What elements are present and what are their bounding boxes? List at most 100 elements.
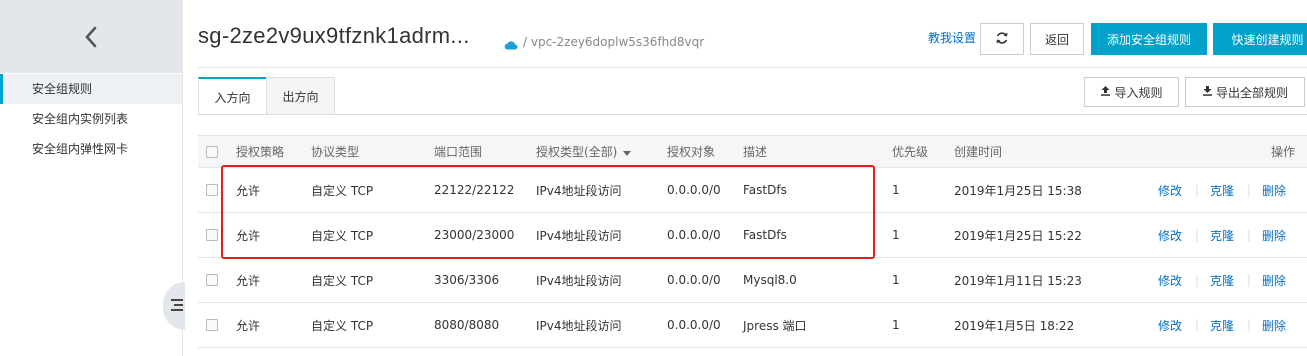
cell-policy: 允许	[236, 273, 261, 288]
cell-auth-object: 0.0.0.0/0	[667, 183, 721, 197]
table-body: 允许 自定义 TCP 22122/22122 IPv4地址段访问 0.0.0.0/0 Fa…	[198, 168, 1307, 348]
row-checkbox[interactable]	[206, 229, 218, 241]
cell-description: Mysql8.0	[743, 273, 797, 287]
op-separator: |	[1195, 183, 1200, 197]
cell-protocol: 自定义 TCP	[311, 273, 374, 288]
menu-collapse-icon	[171, 297, 183, 316]
add-rule-button[interactable]: 添加安全组规则	[1091, 23, 1207, 55]
cell-auth-object: 0.0.0.0/0	[667, 318, 721, 332]
row-select-cell	[206, 303, 218, 347]
edit-link[interactable]: 修改	[1158, 213, 1182, 257]
delete-link[interactable]: 删除	[1262, 258, 1286, 302]
main-content: sg-2ze2v9ux9tfznk1adrm... / vpc-2zey6dop…	[183, 0, 1307, 356]
cell-auth-type: IPv4地址段访问	[536, 183, 622, 198]
tab-outbound[interactable]: 出方向	[266, 77, 335, 115]
export-rules-button[interactable]: 导出全部规则	[1185, 77, 1305, 107]
edit-link-label: 修改	[1158, 183, 1183, 198]
col-auth-type-label: 授权类型(全部)	[536, 145, 618, 159]
cell-priority: 1	[892, 228, 900, 242]
row-checkbox[interactable]	[206, 274, 218, 286]
refresh-button[interactable]	[980, 23, 1024, 55]
cell-description: FastDfs	[743, 183, 787, 197]
edit-link[interactable]: 修改	[1158, 303, 1182, 347]
download-icon	[1202, 85, 1213, 99]
cell-description: Jpress 端口	[743, 318, 807, 333]
sidebar-menu: 安全组规则 安全组内实例列表 安全组内弹性网卡	[0, 73, 182, 164]
sidebar-item-eni[interactable]: 安全组内弹性网卡	[0, 134, 182, 164]
delete-link-label: 删除	[1262, 183, 1287, 198]
cell-policy: 允许	[236, 228, 261, 243]
import-rules-button[interactable]: 导入规则	[1084, 77, 1179, 107]
edit-link[interactable]: 修改	[1158, 168, 1182, 212]
clone-link-label: 克隆	[1210, 318, 1235, 333]
cell-created: 2019年1月25日 15:38	[954, 183, 1082, 198]
col-actions: 操作	[1271, 145, 1296, 159]
op-separator: |	[1247, 228, 1252, 242]
col-auth-type-filter[interactable]: 授权类型(全部)	[536, 136, 632, 167]
row-checkbox[interactable]	[206, 319, 218, 331]
header-select-cell	[206, 136, 218, 167]
sidebar-item-rules[interactable]: 安全组规则	[0, 74, 182, 104]
delete-link[interactable]: 删除	[1262, 303, 1286, 347]
op-separator: |	[1247, 273, 1252, 287]
back-arrow-icon[interactable]	[76, 22, 106, 52]
col-auth-object: 授权对象	[667, 145, 716, 159]
back-button[interactable]: 返回	[1030, 23, 1084, 55]
cell-port: 8080/8080	[434, 318, 500, 332]
edit-link[interactable]: 修改	[1158, 258, 1182, 302]
cell-auth-type: IPv4地址段访问	[536, 228, 622, 243]
table-row: 允许 自定义 TCP 8080/8080 IPv4地址段访问 0.0.0.0/0 Jpre…	[198, 303, 1307, 348]
col-port: 端口范围	[434, 145, 483, 159]
cell-port: 23000/23000	[434, 228, 515, 242]
row-select-cell	[206, 258, 218, 302]
op-separator: |	[1247, 183, 1252, 197]
refresh-icon	[995, 31, 1009, 48]
cell-protocol: 自定义 TCP	[311, 228, 374, 243]
quick-create-button[interactable]: 快速创建规则	[1213, 23, 1307, 55]
row-select-cell	[206, 213, 218, 257]
tabs-baseline	[198, 114, 1307, 115]
upload-icon	[1100, 85, 1111, 99]
cell-port: 22122/22122	[434, 183, 515, 197]
delete-link-label: 删除	[1262, 318, 1287, 333]
export-rules-label: 导出全部规则	[1215, 85, 1288, 100]
op-separator: |	[1195, 318, 1200, 332]
clone-link-label: 克隆	[1210, 273, 1235, 288]
table-row: 允许 自定义 TCP 22122/22122 IPv4地址段访问 0.0.0.0/0 Fa…	[198, 168, 1307, 213]
cell-priority: 1	[892, 183, 900, 197]
clone-link[interactable]: 克隆	[1210, 303, 1234, 347]
cell-auth-object: 0.0.0.0/0	[667, 228, 721, 242]
col-description: 描述	[743, 145, 768, 159]
table-row: 允许 自定义 TCP 23000/23000 IPv4地址段访问 0.0.0.0/0 Fa…	[198, 213, 1307, 258]
delete-link[interactable]: 删除	[1262, 213, 1286, 257]
header-divider	[198, 67, 1307, 68]
title-bar: sg-2ze2v9ux9tfznk1adrm... / vpc-2zey6dop…	[198, 18, 1307, 58]
clone-link[interactable]: 克隆	[1210, 213, 1234, 257]
delete-link-label: 删除	[1262, 273, 1287, 288]
help-setup-link[interactable]: 教我设置	[928, 29, 976, 46]
cell-priority: 1	[892, 273, 900, 287]
cell-created: 2019年1月5日 18:22	[954, 318, 1075, 333]
sidebar-item-instances[interactable]: 安全组内实例列表	[0, 104, 182, 134]
op-separator: |	[1195, 228, 1200, 242]
cell-policy: 允许	[236, 318, 261, 333]
cell-protocol: 自定义 TCP	[311, 183, 374, 198]
clone-link-label: 克隆	[1210, 228, 1235, 243]
edit-link-label: 修改	[1158, 228, 1183, 243]
page-title: sg-2ze2v9ux9tfznk1adrm...	[198, 23, 470, 48]
col-protocol: 协议类型	[311, 145, 360, 159]
cell-policy: 允许	[236, 183, 261, 198]
edit-link-label: 修改	[1158, 273, 1183, 288]
row-select-cell	[206, 168, 218, 212]
row-checkbox[interactable]	[206, 184, 218, 196]
op-separator: |	[1195, 273, 1200, 287]
cell-auth-object: 0.0.0.0/0	[667, 273, 721, 287]
cell-protocol: 自定义 TCP	[311, 318, 374, 333]
col-policy: 授权策略	[236, 145, 285, 159]
select-all-checkbox[interactable]	[206, 145, 218, 158]
delete-link[interactable]: 删除	[1262, 168, 1286, 212]
tab-inbound[interactable]: 入方向	[198, 77, 267, 115]
clone-link[interactable]: 克隆	[1210, 168, 1234, 212]
col-priority: 优先级	[892, 145, 929, 159]
clone-link[interactable]: 克隆	[1210, 258, 1234, 302]
